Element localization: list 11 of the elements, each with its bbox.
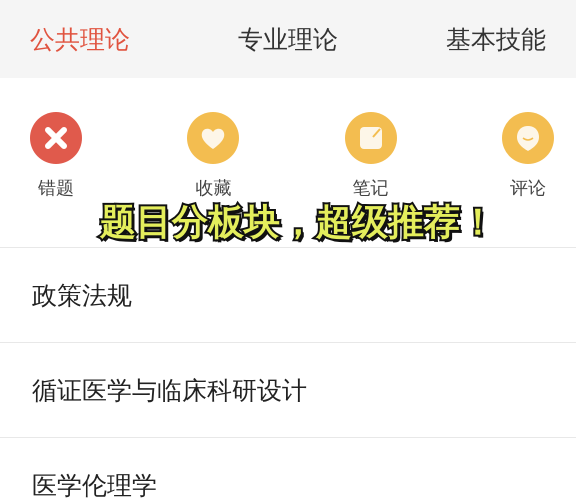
caption-text: 题目分板块，超级推荐！: [100, 201, 496, 245]
tab[interactable]: 公共理论: [30, 22, 130, 56]
shortcut-button[interactable]: 笔记: [344, 112, 397, 200]
subject-item[interactable]: 循证医学与临床科研设计: [0, 343, 576, 438]
tab[interactable]: 专业理论: [238, 22, 338, 56]
subject-item[interactable]: 医学伦理学: [0, 438, 576, 500]
tab[interactable]: 基本技能: [446, 22, 546, 56]
shortcut-button[interactable]: 收藏: [187, 112, 240, 200]
shortcut-button[interactable]: 错题: [30, 112, 82, 200]
shortcut-button[interactable]: 评论: [502, 112, 554, 200]
subject-item[interactable]: 政策法规: [0, 248, 576, 343]
